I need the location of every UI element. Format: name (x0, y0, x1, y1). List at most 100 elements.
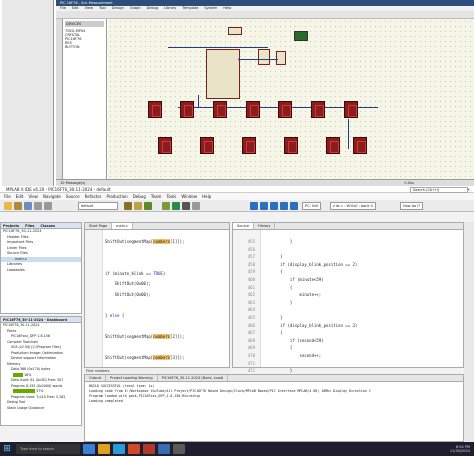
code-line[interactable]: ShiftOut(0x00); (105, 292, 151, 297)
code-line[interactable]: if (minute_blink == TRUE) (105, 271, 165, 276)
mplab-app-icon[interactable] (143, 444, 155, 454)
code-line[interactable]: { (261, 345, 292, 350)
tree-loadables[interactable]: Loadables (1, 268, 81, 274)
menu-item[interactable]: Source (66, 193, 80, 200)
seven-seg-display[interactable] (242, 137, 256, 154)
code-line[interactable]: { (261, 285, 292, 290)
code-line[interactable]: } (261, 254, 282, 259)
menu-item[interactable]: Edit (16, 193, 24, 200)
editor-tab[interactable]: main.c (112, 223, 133, 229)
message-count[interactable]: 10 Message(s) (60, 181, 85, 185)
code-line[interactable]: if (second<59) (261, 338, 324, 343)
menu-item[interactable]: File (4, 193, 11, 200)
clean-build-icon[interactable] (134, 202, 142, 210)
proteus-app-icon[interactable] (158, 444, 170, 454)
config-select[interactable]: default (78, 202, 118, 210)
seven-seg-display[interactable] (246, 101, 260, 118)
output-tab[interactable]: PIC16F76_30-11-2024 (Build, Load) (158, 375, 229, 381)
seven-seg-display[interactable] (344, 101, 358, 118)
system-clock[interactable]: 6:54 PM 11/30/2024 (450, 445, 470, 454)
driver-chip-2[interactable] (276, 51, 286, 65)
editor-pane-right[interactable]: Source History 455 } 456 457 } 458 if (displ… (232, 222, 464, 373)
editor-pane-left[interactable]: Start Page main.c ShiftOut(segmentMap[num… (84, 222, 230, 368)
seven-seg-display[interactable] (284, 137, 298, 154)
code-line[interactable]: } else { (105, 313, 124, 318)
chrome-icon[interactable] (128, 444, 140, 454)
code-line[interactable]: ShiftOut(0x00); (105, 281, 151, 286)
save-icon[interactable] (24, 202, 32, 210)
seven-seg-display[interactable] (326, 137, 340, 154)
code-line[interactable]: if (display_blink_position == 2) (261, 262, 357, 267)
editor-tab[interactable]: History (254, 223, 276, 229)
lcd-component[interactable] (294, 31, 308, 41)
how-do-i-field[interactable]: How do I? (400, 202, 424, 210)
step-into-icon[interactable] (260, 202, 268, 210)
step-out-icon[interactable] (270, 202, 278, 210)
menu-item[interactable]: Debug (133, 193, 146, 200)
editor-tab[interactable]: Start Page (85, 223, 113, 229)
menu-item[interactable]: View (28, 193, 38, 200)
code-line[interactable]: minute++; (261, 292, 322, 297)
code-line[interactable]: } (261, 315, 282, 320)
picklist-item[interactable]: BUTTON (65, 45, 104, 49)
output-tab[interactable]: Project Loading Warning (106, 375, 158, 381)
open-project-icon[interactable] (14, 202, 22, 210)
code-line[interactable]: if (minute<59) (261, 277, 324, 282)
code-line[interactable]: if (display_blink_position == 3) (261, 323, 357, 328)
device-picklist[interactable]: DEVICES 7SEG-MPX4 CRYSTAL PIC16F76 RES BUTTO… (63, 19, 107, 179)
make-program-icon[interactable] (144, 202, 152, 210)
seven-seg-display[interactable] (180, 101, 194, 118)
task-view-icon[interactable] (83, 444, 95, 454)
set-pc-icon[interactable] (290, 202, 298, 210)
seven-seg-display[interactable] (158, 137, 172, 154)
run-icon[interactable] (172, 202, 180, 210)
menu-item[interactable]: Tools (166, 193, 176, 200)
app-icon[interactable] (173, 444, 185, 454)
crystal-component[interactable] (228, 27, 242, 35)
seven-seg-display[interactable] (148, 101, 162, 118)
code-line[interactable]: { (261, 330, 282, 335)
right-scrollbar[interactable] (464, 222, 474, 442)
taskbar-search[interactable]: Type here to search (16, 444, 80, 454)
build-icon[interactable] (124, 202, 132, 210)
code-line[interactable]: { (261, 269, 282, 274)
run-to-cursor-icon[interactable] (280, 202, 288, 210)
menu-item[interactable]: Production (106, 193, 127, 200)
file-explorer-icon[interactable] (98, 444, 110, 454)
seven-seg-display[interactable] (353, 137, 367, 154)
menu-item[interactable]: Window (181, 193, 197, 200)
step-over-icon[interactable] (250, 202, 258, 210)
redo-icon[interactable] (44, 202, 52, 210)
mcu-chip[interactable] (206, 49, 240, 99)
menu-item[interactable]: Team (151, 193, 162, 200)
search-input[interactable]: Search (Ctrl+I) (410, 187, 468, 193)
windows-start-icon[interactable]: ⊞ (0, 442, 14, 456)
dash-item[interactable]: Stack Usage Guidance (1, 406, 81, 412)
menu-item[interactable]: Help (202, 193, 211, 200)
debug-project-icon[interactable] (162, 202, 170, 210)
code-line[interactable]: ShiftOut(segmentMap[numbers[2]]); (105, 333, 185, 339)
pause-icon[interactable] (182, 202, 190, 210)
undo-icon[interactable] (34, 202, 42, 210)
panel-tab[interactable]: Files (25, 223, 34, 228)
panel-tab[interactable]: Projects (3, 223, 19, 228)
reset-icon[interactable] (192, 202, 200, 210)
seven-seg-display[interactable] (278, 101, 292, 118)
proteus-side-toolbar[interactable] (56, 19, 63, 179)
project-tree[interactable]: PIC16F76_30-11-2024 Header Files Importa… (1, 229, 81, 273)
edge-icon[interactable] (113, 444, 125, 454)
driver-chip[interactable] (258, 49, 270, 65)
editor-tab[interactable]: Source (233, 223, 255, 229)
seven-seg-display[interactable] (311, 101, 325, 118)
code-line[interactable]: } (261, 300, 292, 305)
code-line[interactable]: ShiftOut(segmentMap[numbers[3]]); (105, 354, 185, 360)
code-line[interactable]: ShiftOut(segmentMap[numbers[1]]); (105, 239, 185, 244)
menu-item[interactable]: Refactor (85, 193, 102, 200)
new-file-icon[interactable] (4, 202, 12, 210)
code-line[interactable]: second++; (261, 353, 322, 358)
seven-seg-display[interactable] (200, 137, 214, 154)
output-tab[interactable]: Output (85, 375, 107, 381)
proteus-toolbar[interactable] (56, 11, 474, 19)
menu-item[interactable]: Navigate (43, 193, 61, 200)
code-line[interactable]: } (261, 368, 292, 373)
